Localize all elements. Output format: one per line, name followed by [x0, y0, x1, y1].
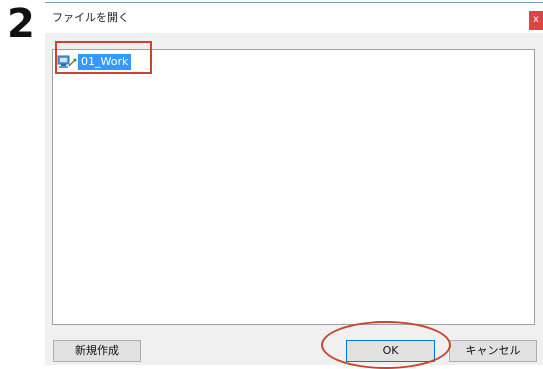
close-button[interactable]: x: [529, 11, 543, 30]
step-number: 2: [7, 1, 35, 47]
dialog-titlebar: ファイルを開く x: [45, 2, 543, 33]
annotation-highlight-box: [55, 41, 152, 74]
folder-tree[interactable]: 01_Work: [52, 49, 535, 325]
open-file-dialog: ファイルを開く x 01_Work 新規作成 OK キャンセル: [45, 2, 543, 369]
close-icon: x: [533, 14, 539, 25]
annotation-ok-ellipse: [321, 321, 451, 369]
dialog-title: ファイルを開く: [52, 11, 129, 24]
new-button[interactable]: 新規作成: [53, 340, 141, 362]
cancel-button[interactable]: キャンセル: [449, 340, 537, 362]
